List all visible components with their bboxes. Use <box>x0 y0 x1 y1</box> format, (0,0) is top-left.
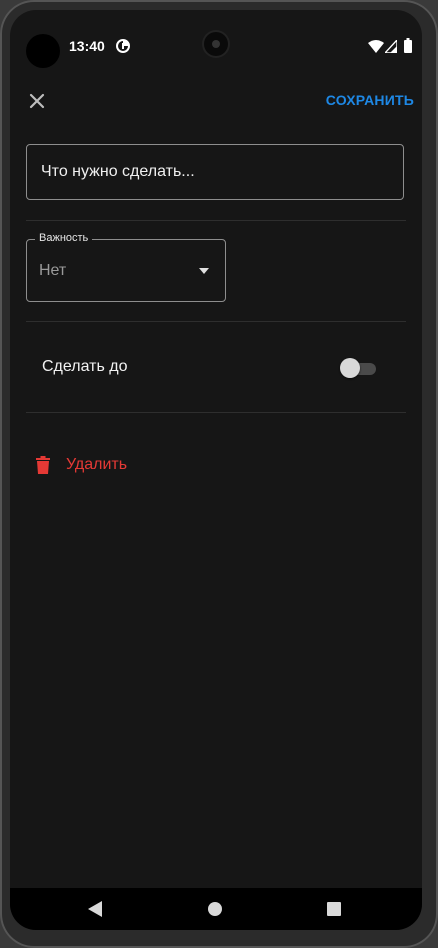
signal-icon <box>385 40 397 53</box>
front-camera <box>204 32 228 56</box>
data-saver-icon <box>116 39 130 53</box>
trash-icon <box>36 456 50 474</box>
battery-icon <box>404 38 412 53</box>
wifi-icon <box>368 40 384 53</box>
status-time: 13:40 <box>69 38 105 54</box>
deadline-row: Сделать до <box>26 340 406 390</box>
camera-cutout <box>26 34 60 68</box>
divider <box>26 321 406 322</box>
priority-select[interactable]: Важность Нет <box>26 232 226 302</box>
delete-button[interactable]: Удалить <box>36 450 127 480</box>
back-icon[interactable] <box>88 901 102 917</box>
divider <box>26 412 406 413</box>
dropdown-arrow-icon <box>199 268 209 274</box>
recents-icon[interactable] <box>327 902 341 916</box>
divider <box>26 220 406 221</box>
phone-frame: 13:40 СОХРАНИТЬ Что нужно сделать... Важ… <box>0 0 438 948</box>
toggle-thumb <box>340 358 360 378</box>
status-bar: 13:40 <box>10 10 422 68</box>
priority-value: Нет <box>39 262 67 279</box>
deadline-label: Сделать до <box>42 358 128 375</box>
task-input-container <box>26 144 404 200</box>
delete-label: Удалить <box>66 456 128 473</box>
close-icon <box>29 93 45 109</box>
navigation-bar <box>10 888 422 930</box>
app-screen: 13:40 СОХРАНИТЬ Что нужно сделать... Важ… <box>10 10 422 930</box>
priority-label: Важность <box>35 232 93 244</box>
deadline-toggle[interactable] <box>340 356 380 378</box>
task-input[interactable] <box>39 162 391 182</box>
save-button[interactable]: СОХРАНИТЬ <box>326 92 414 108</box>
close-button[interactable] <box>24 88 50 114</box>
home-icon[interactable] <box>208 902 222 916</box>
